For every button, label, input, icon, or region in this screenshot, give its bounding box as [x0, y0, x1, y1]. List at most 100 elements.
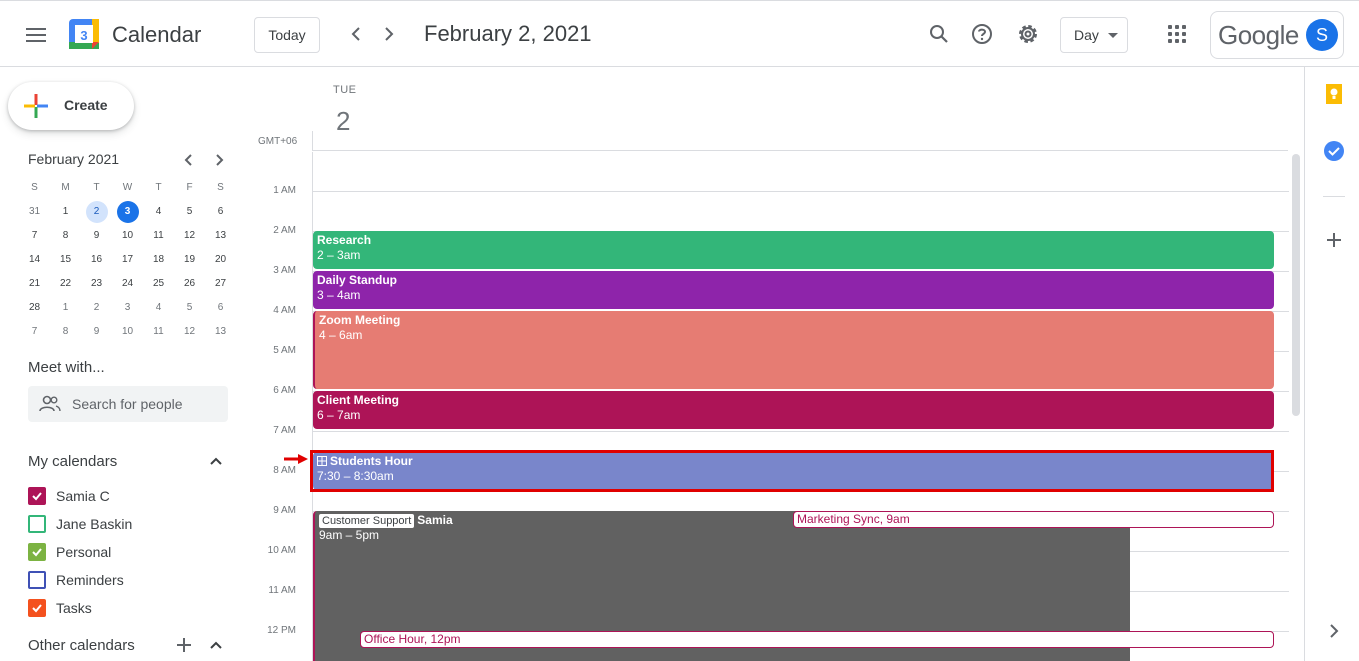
tasks-icon[interactable] [1323, 140, 1345, 162]
calendar-logo-icon[interactable]: 3 [68, 18, 100, 50]
mini-calendar-day[interactable]: 6 [205, 296, 236, 320]
mini-calendar-day[interactable]: 3 [112, 200, 143, 224]
search-icon[interactable] [926, 21, 952, 47]
mini-calendar-day[interactable]: 7 [19, 224, 50, 248]
add-other-calendar-icon[interactable] [176, 637, 192, 653]
google-apps-grid-icon[interactable] [1168, 25, 1186, 43]
mini-calendar-day[interactable]: 16 [81, 248, 112, 272]
account-avatar[interactable]: S [1306, 19, 1338, 51]
mini-calendar-weekday: T [155, 182, 162, 193]
mini-calendar-day[interactable]: 1 [50, 200, 81, 224]
mini-calendar-day[interactable]: 10 [112, 320, 143, 344]
mini-calendar-day-number: 24 [121, 278, 134, 289]
calendar-checkbox[interactable] [28, 487, 46, 505]
timezone-label: GMT+06 [258, 136, 298, 147]
mini-calendar-day[interactable]: 11 [143, 320, 174, 344]
mini-calendar-day[interactable]: 12 [174, 224, 205, 248]
mini-calendar-grid: S M T W T F S 31 1 2 3 4 5 6 7 8 9 10 11 12 13 14 15 16 17 18 19 20… [19, 176, 237, 344]
mini-calendar-day[interactable]: 26 [174, 272, 205, 296]
mini-calendar-day[interactable]: 11 [143, 224, 174, 248]
my-calendars-title[interactable]: My calendars [28, 453, 117, 470]
mini-calendar-day[interactable]: 7 [19, 320, 50, 344]
mini-calendar-day[interactable]: 18 [143, 248, 174, 272]
day-of-week-label: TUE [333, 84, 357, 96]
mini-calendar-weekday: S [217, 182, 224, 193]
mini-calendar-day-number: 4 [155, 206, 162, 217]
vertical-scrollbar[interactable] [1292, 154, 1300, 416]
people-icon [39, 395, 61, 412]
help-icon[interactable] [969, 21, 995, 47]
mini-calendar-day[interactable]: 5 [174, 200, 205, 224]
mini-calendar-day[interactable]: 14 [19, 248, 50, 272]
mini-calendar-day-number: 14 [28, 254, 41, 265]
calendar-checkbox[interactable] [28, 515, 46, 533]
hour-label: 8 AM [273, 465, 296, 476]
mini-calendar-day[interactable]: 22 [50, 272, 81, 296]
app-title[interactable]: Calendar [112, 22, 201, 48]
current-date-title: February 2, 2021 [424, 21, 592, 46]
mini-calendar-day[interactable]: 1 [50, 296, 81, 320]
mini-calendar-day[interactable]: 19 [174, 248, 205, 272]
keep-icon[interactable] [1323, 83, 1345, 105]
mini-calendar-row: 14 15 16 17 18 19 20 [19, 248, 237, 272]
event-client-meeting[interactable]: Client Meeting 6 – 7am [313, 391, 1274, 429]
hour-label: 11 AM [268, 585, 296, 596]
event-title: Zoom Meeting [319, 313, 401, 327]
mini-calendar-day[interactable]: 9 [81, 320, 112, 344]
mini-calendar-day[interactable]: 28 [19, 296, 50, 320]
mini-calendar-day[interactable]: 4 [143, 296, 174, 320]
today-button[interactable]: Today [254, 17, 320, 53]
event-office-hour[interactable]: Office Hour, 12pm [360, 631, 1274, 648]
view-switcher-dropdown[interactable]: Day [1060, 17, 1128, 53]
mini-calendar-day-number: 9 [93, 326, 100, 337]
search-people-placeholder: Search for people [72, 396, 183, 412]
mini-calendar-day-number: 7 [31, 326, 38, 337]
event-daily-standup[interactable]: Daily Standup 3 – 4am [313, 271, 1274, 309]
chevron-up-icon[interactable] [208, 453, 224, 469]
chevron-right-icon [216, 154, 224, 166]
other-calendars-title[interactable]: Other calendars [28, 637, 135, 654]
next-period-button[interactable] [377, 23, 399, 45]
mini-calendar-day[interactable]: 2 [81, 200, 112, 224]
mini-calendar-day[interactable]: 9 [81, 224, 112, 248]
mini-calendar-day[interactable]: 24 [112, 272, 143, 296]
mini-calendar-day[interactable]: 20 [205, 248, 236, 272]
calendar-checkbox[interactable] [28, 543, 46, 561]
mini-calendar-next-button[interactable] [209, 150, 229, 170]
event-marketing-sync[interactable]: Marketing Sync, 9am [793, 511, 1274, 528]
mini-calendar-day[interactable]: 27 [205, 272, 236, 296]
mini-calendar-day[interactable]: 2 [81, 296, 112, 320]
mini-calendar-day[interactable]: 25 [143, 272, 174, 296]
chevron-right-icon[interactable] [1323, 620, 1345, 642]
mini-calendar-day[interactable]: 13 [205, 320, 236, 344]
mini-calendar-day[interactable]: 21 [19, 272, 50, 296]
mini-calendar-day[interactable]: 8 [50, 224, 81, 248]
mini-calendar-day[interactable]: 31 [19, 200, 50, 224]
previous-period-button[interactable] [346, 23, 368, 45]
mini-calendar-day[interactable]: 13 [205, 224, 236, 248]
mini-calendar-day[interactable]: 23 [81, 272, 112, 296]
chevron-up-icon[interactable] [208, 637, 224, 653]
calendar-checkbox[interactable] [28, 571, 46, 589]
create-event-button[interactable]: Create [8, 82, 134, 130]
mini-calendar-day[interactable]: 12 [174, 320, 205, 344]
mini-calendar-day[interactable]: 15 [50, 248, 81, 272]
mini-calendar-prev-button[interactable] [179, 150, 199, 170]
mini-calendar-row: 21 22 23 24 25 26 27 [19, 272, 237, 296]
main-menu-button[interactable] [20, 19, 52, 51]
mini-calendar-day[interactable]: 3 [112, 296, 143, 320]
day-number[interactable]: 2 [336, 106, 350, 137]
account-box[interactable]: Google S [1210, 11, 1344, 59]
mini-calendar-day[interactable]: 4 [143, 200, 174, 224]
calendar-checkbox[interactable] [28, 599, 46, 617]
settings-gear-icon[interactable] [1015, 21, 1041, 47]
mini-calendar-day[interactable]: 8 [50, 320, 81, 344]
search-people-input[interactable]: Search for people [28, 386, 228, 422]
add-icon[interactable] [1323, 229, 1345, 251]
mini-calendar-day[interactable]: 17 [112, 248, 143, 272]
mini-calendar-day[interactable]: 5 [174, 296, 205, 320]
mini-calendar-day[interactable]: 10 [112, 224, 143, 248]
event-research[interactable]: Research 2 – 3am [313, 231, 1274, 269]
event-zoom-meeting[interactable]: Zoom Meeting 4 – 6am [313, 311, 1274, 389]
mini-calendar-day[interactable]: 6 [205, 200, 236, 224]
